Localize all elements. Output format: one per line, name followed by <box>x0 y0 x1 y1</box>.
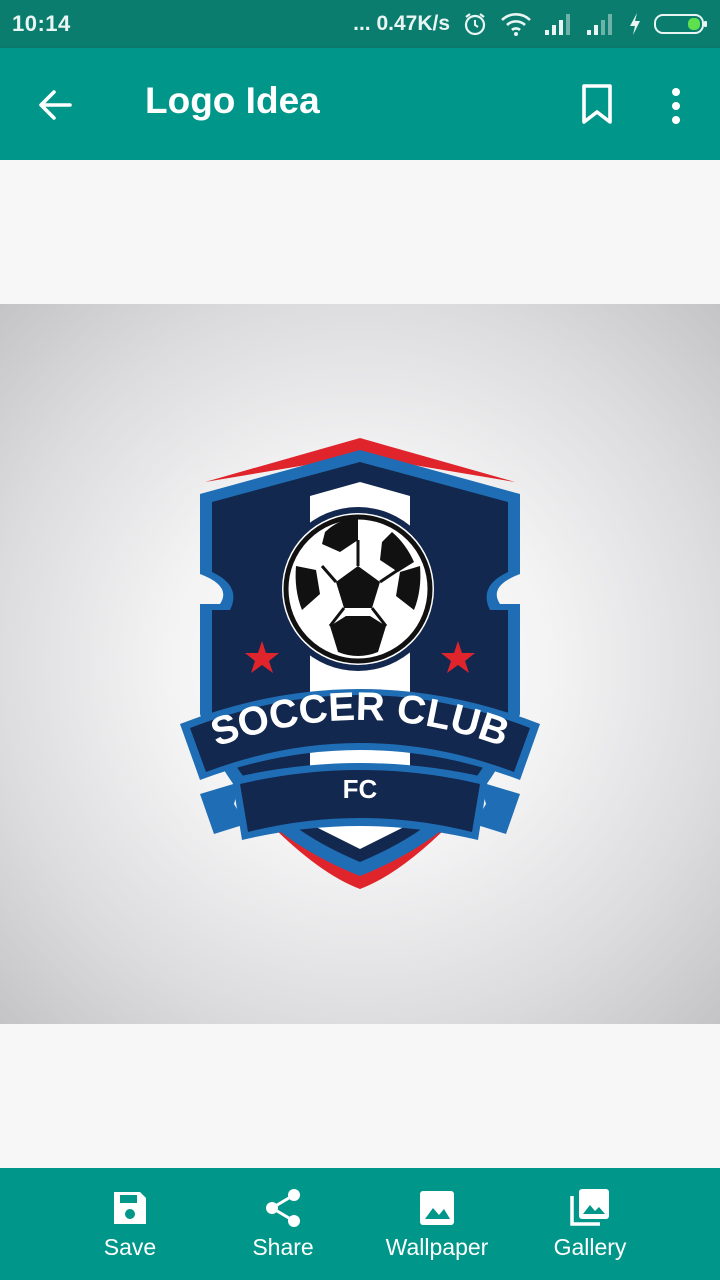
status-icons: ... 0.47K/s <box>353 11 708 37</box>
app-bar: Logo Idea <box>0 48 720 160</box>
wallpaper-label: Wallpaper <box>385 1234 489 1260</box>
soccer-club-badge: SOCCER CLUB FC <box>180 438 540 889</box>
battery-icon <box>654 12 708 36</box>
save-label: Save <box>103 1234 157 1260</box>
page-title: Logo Idea <box>145 80 320 121</box>
save-icon <box>114 1192 146 1224</box>
share-label: Share <box>252 1234 314 1260</box>
signal-icon-2 <box>586 12 616 36</box>
bottom-action-bar: Save Share Wallpaper Gallery <box>0 1168 720 1280</box>
charging-icon <box>628 12 642 36</box>
gallery-button[interactable]: Gallery <box>545 1168 635 1280</box>
gallery-icon <box>570 1189 609 1226</box>
network-speed: ... 0.47K/s <box>353 12 450 35</box>
signal-icon <box>544 12 574 36</box>
gallery-label: Gallery <box>553 1234 627 1260</box>
save-button[interactable]: Save <box>90 1168 170 1280</box>
logo-subtitle: FC <box>343 774 378 804</box>
status-bar: 10:14 ... 0.47K/s <box>0 0 720 48</box>
content-area: SOCCER CLUB FC <box>0 160 720 1168</box>
wallpaper-button[interactable]: Wallpaper <box>377 1168 497 1280</box>
more-vert-icon[interactable] <box>664 84 688 128</box>
wallpaper-icon <box>420 1191 454 1225</box>
status-time: 10:14 <box>12 11 71 36</box>
share-icon <box>266 1189 300 1227</box>
logo-image[interactable]: SOCCER CLUB FC <box>0 304 720 1024</box>
back-arrow-icon[interactable] <box>34 84 76 126</box>
wifi-icon <box>500 12 532 36</box>
alarm-icon <box>462 11 488 37</box>
bookmark-icon[interactable] <box>578 82 616 126</box>
share-button[interactable]: Share <box>243 1168 323 1280</box>
